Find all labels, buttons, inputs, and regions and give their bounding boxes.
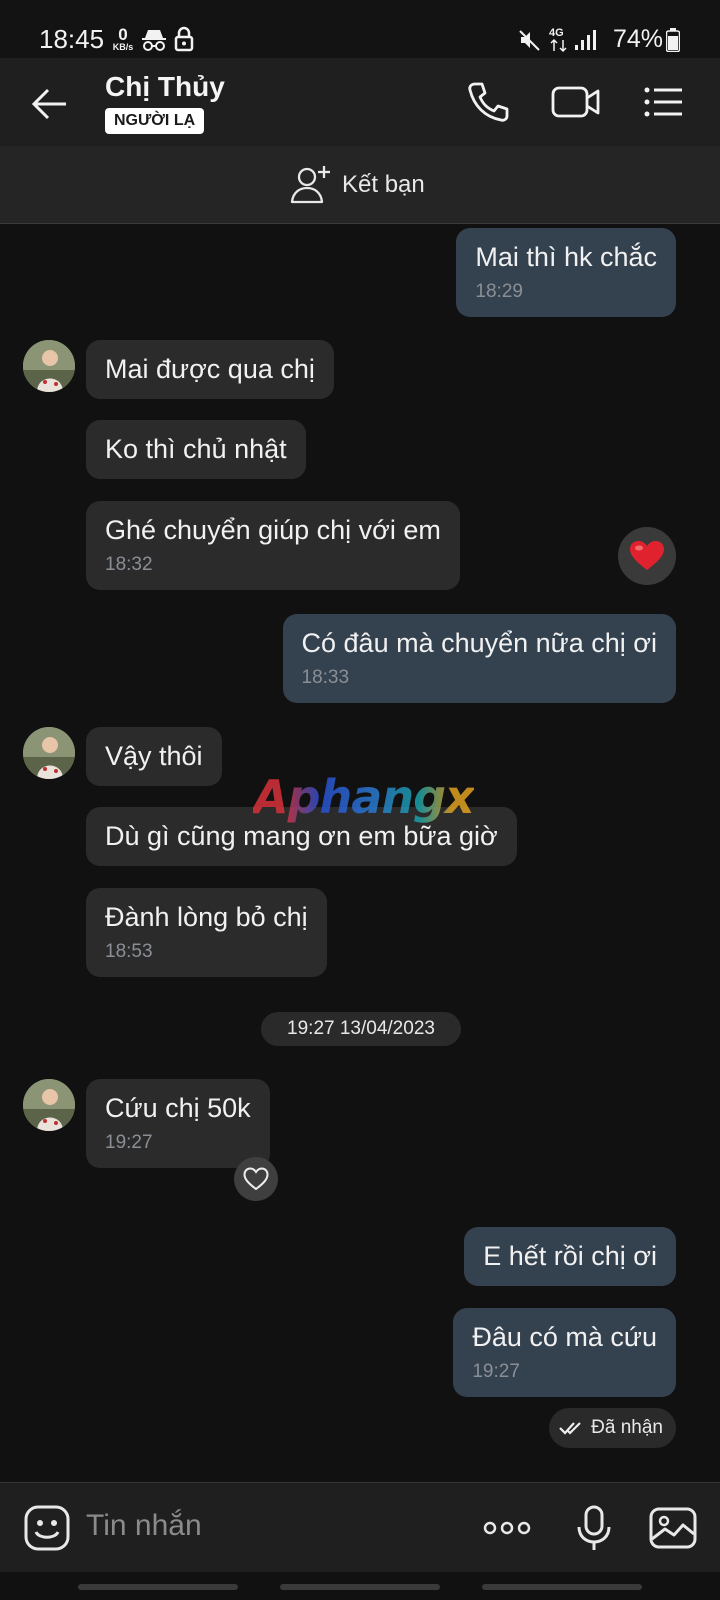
status-bar: 18:45 0 KB/s 4G 74%: [0, 0, 720, 58]
message-bubble-outgoing[interactable]: Mai thì hk chắc 18:29: [456, 228, 676, 317]
arrow-left-icon[interactable]: [28, 82, 72, 126]
message-text: Vậy thôi: [105, 741, 203, 771]
message-time: 18:32: [105, 554, 153, 575]
message-text: Ghé chuyển giúp chị với em: [105, 515, 441, 545]
battery-percent: 74%: [613, 25, 664, 53]
message-time: 18:29: [475, 281, 523, 302]
contact-avatar[interactable]: [23, 1079, 75, 1131]
heart-icon: [630, 541, 664, 570]
message-bubble-outgoing[interactable]: Đâu có mà cứu 19:27: [453, 1308, 676, 1397]
add-reaction-button[interactable]: [234, 1157, 278, 1201]
contact-avatar[interactable]: [23, 727, 75, 779]
add-friend-button[interactable]: Kết bạn: [290, 164, 425, 206]
nav-back-button[interactable]: [482, 1584, 642, 1590]
delivery-status: Đã nhận: [549, 1408, 676, 1448]
net-speed: 0 KB/s: [110, 26, 136, 52]
lock-icon: [174, 26, 194, 52]
message-input[interactable]: Tin nhắn: [86, 1509, 202, 1543]
message-bubble-incoming[interactable]: Mai được qua chị: [86, 340, 334, 399]
message-text: E hết rồi chị ơi: [483, 1241, 657, 1271]
double-check-icon: [559, 1422, 581, 1435]
message-text: Mai được qua chị: [105, 354, 315, 384]
svg-text:4G: 4G: [549, 27, 564, 39]
add-friend-label: Kết bạn: [342, 171, 425, 198]
message-bubble-outgoing[interactable]: E hết rồi chị ơi: [464, 1227, 676, 1286]
system-nav-bar: [0, 1572, 720, 1600]
message-text: Cứu chị 50k: [105, 1093, 251, 1123]
message-text: Dù gì cũng mang ơn em bữa giờ: [105, 821, 498, 851]
chat-header: Chị Thủy NGƯỜI LẠ: [0, 58, 720, 146]
date-separator: 19:27 13/04/2023: [261, 1012, 461, 1046]
status-time: 18:45: [39, 24, 105, 54]
phone-icon[interactable]: [463, 78, 511, 126]
nav-recent-button[interactable]: [78, 1584, 238, 1590]
message-text: Ko thì chủ nhật: [105, 434, 287, 464]
message-text: Mai thì hk chắc: [475, 242, 657, 272]
stranger-badge: NGƯỜI LẠ: [105, 108, 205, 134]
net-speed-value: 0: [118, 25, 128, 44]
video-camera-icon[interactable]: [550, 78, 602, 126]
delivery-status-label: Đã nhận: [591, 1417, 663, 1438]
emoji-icon[interactable]: [22, 1503, 72, 1553]
message-time: 18:53: [105, 941, 153, 962]
image-icon[interactable]: [648, 1503, 698, 1553]
message-bubble-incoming[interactable]: Đành lòng bỏ chị 18:53: [86, 888, 327, 977]
message-text: Đâu có mà cứu: [472, 1322, 657, 1352]
message-time: 19:27: [472, 1361, 520, 1382]
message-text: Có đâu mà chuyển nữa chị ơi: [301, 628, 657, 658]
message-text: Đành lòng bỏ chị: [105, 902, 308, 932]
message-bubble-incoming[interactable]: Cứu chị 50k 19:27: [86, 1079, 270, 1168]
reaction-heart[interactable]: [618, 527, 676, 585]
heart-outline-icon: [243, 1167, 269, 1191]
watermark-logo: Aphangx: [253, 770, 475, 824]
list-menu-icon[interactable]: [640, 78, 688, 126]
network-4g-icon: 4G: [549, 27, 567, 53]
contact-avatar[interactable]: [23, 340, 75, 392]
message-time: 18:33: [301, 667, 350, 688]
microphone-icon[interactable]: [569, 1503, 619, 1553]
add-user-icon: [290, 166, 330, 204]
nav-home-button[interactable]: [280, 1584, 440, 1590]
mute-icon: [519, 30, 540, 51]
message-bubble-incoming[interactable]: Ghé chuyển giúp chị với em 18:32: [86, 501, 460, 590]
message-bubble-outgoing[interactable]: Có đâu mà chuyển nữa chị ơi 18:33: [282, 614, 676, 703]
battery-icon: [666, 28, 680, 52]
message-input-bar: Tin nhắn: [0, 1482, 720, 1572]
message-bubble-incoming[interactable]: Ko thì chủ nhật: [86, 420, 306, 479]
more-dots-icon[interactable]: [480, 1503, 534, 1553]
signal-icon: [575, 30, 596, 50]
contact-name[interactable]: Chị Thủy: [105, 71, 225, 103]
add-friend-bar: Kết bạn: [0, 146, 720, 224]
net-speed-unit: KB/s: [112, 42, 134, 52]
incognito-icon: [142, 30, 166, 51]
message-time: 19:27: [105, 1132, 153, 1153]
message-bubble-incoming[interactable]: Vậy thôi: [86, 727, 222, 786]
